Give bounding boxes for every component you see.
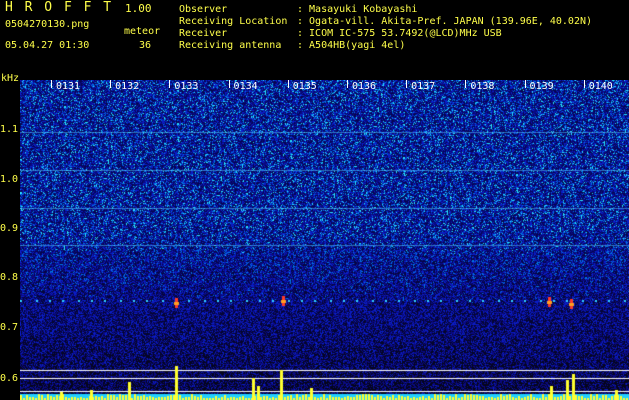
x-tick-label: 0136 bbox=[351, 81, 377, 92]
antenna-value: : A504HB(yagi 4el) bbox=[297, 40, 406, 51]
location-value: : Ogata-vill. Akita-Pref. JAPAN (139.96E… bbox=[297, 16, 593, 27]
meteor-count: 36 bbox=[139, 40, 152, 51]
x-tick-label: 0134 bbox=[233, 81, 258, 92]
y-tick-label: 1.1 bbox=[0, 124, 19, 135]
app-title: H R O F F T bbox=[5, 0, 114, 15]
x-tick-mark bbox=[524, 80, 526, 88]
observer-label: Observer bbox=[179, 4, 228, 15]
observer-value: : Masayuki Kobayashi bbox=[297, 4, 418, 15]
x-tick-label: 0140 bbox=[588, 81, 613, 92]
timestamp: 05.04.27 01:30 bbox=[5, 40, 90, 51]
y-tick-label: 0.6 bbox=[0, 373, 19, 384]
x-tick-mark bbox=[406, 80, 408, 88]
app-version: 1.00 bbox=[125, 2, 152, 15]
x-tick-mark bbox=[583, 80, 585, 88]
x-tick-mark bbox=[51, 80, 52, 88]
spectrogram-canvas bbox=[20, 80, 629, 400]
x-tick-mark bbox=[465, 80, 467, 88]
y-tick-label: 0.8 bbox=[0, 272, 19, 283]
y-axis-unit: kHz bbox=[1, 73, 20, 84]
y-tick-label: 0.7 bbox=[0, 322, 19, 333]
receiver-value: : ICOM IC-575 53.7492(@LCD)MHz USB bbox=[297, 28, 502, 39]
x-tick-label: 0132 bbox=[115, 81, 140, 92]
receiver-label: Receiver bbox=[179, 28, 228, 39]
y-tick-label: 1.0 bbox=[0, 174, 19, 185]
antenna-label: Receiving antenna bbox=[179, 40, 282, 51]
x-tick-mark bbox=[110, 80, 112, 88]
x-tick-label: 0139 bbox=[529, 81, 554, 92]
x-tick-label: 0131 bbox=[55, 81, 81, 92]
location-label: Receiving Location bbox=[179, 16, 288, 27]
x-tick-mark bbox=[169, 80, 171, 88]
y-tick-label: 0.9 bbox=[0, 223, 19, 234]
x-tick-label: 0137 bbox=[411, 81, 436, 92]
x-tick-mark bbox=[228, 80, 230, 88]
x-tick-mark bbox=[347, 80, 348, 88]
header-panel: H R O F F T 1.00 0504270130.png meteor 3… bbox=[0, 0, 629, 84]
x-tick-mark bbox=[287, 80, 289, 88]
x-tick-label: 0133 bbox=[174, 81, 199, 92]
x-tick-label: 0138 bbox=[470, 81, 495, 92]
x-tick-label: 0135 bbox=[292, 81, 317, 92]
file-name: 0504270130.png bbox=[5, 19, 90, 30]
meteor-label: meteor bbox=[124, 26, 161, 37]
spectrogram-panel bbox=[20, 80, 629, 400]
